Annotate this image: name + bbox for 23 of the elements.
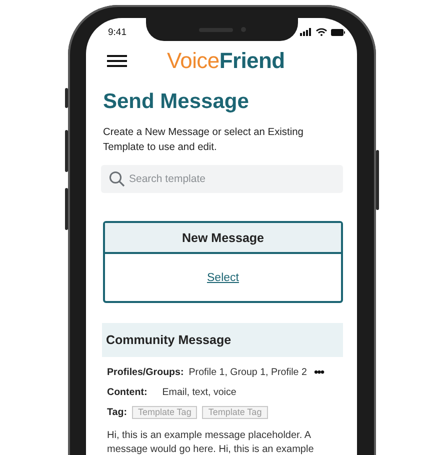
description-text: Create a New Message or select an Existing Template to use and edit. [103, 126, 304, 155]
field-label: Profiles/Groups: [107, 366, 184, 378]
search-icon [109, 171, 125, 187]
field-value: Email, text, voice [162, 387, 236, 398]
search-field[interactable]: Search template [101, 165, 343, 193]
field-label: Tag: [107, 407, 127, 418]
logo-text: Friend [219, 48, 285, 73]
more-button[interactable]: ••• [312, 365, 324, 379]
card-title: New Message [182, 230, 264, 244]
select-link[interactable]: Select [207, 272, 239, 284]
field-label: Content: [107, 387, 148, 398]
wifi-icon [316, 28, 327, 36]
page-title: Send Message [103, 89, 250, 115]
signal-icon [300, 28, 312, 36]
status-time: 9:41 [108, 26, 126, 38]
logo-text: Voice [167, 48, 220, 73]
field-value: Profile 1, Group 1, Profile 2 [188, 366, 307, 378]
tag: Template Tag [132, 406, 198, 419]
battery-icon [331, 28, 345, 36]
tag: Template Tag [202, 406, 268, 419]
card-title: Community Message [106, 333, 232, 347]
message-text: Hi, this is an example message placeholder. A message would go here. Hi, this is an example [106, 429, 315, 455]
menu-icon[interactable] [107, 53, 127, 69]
